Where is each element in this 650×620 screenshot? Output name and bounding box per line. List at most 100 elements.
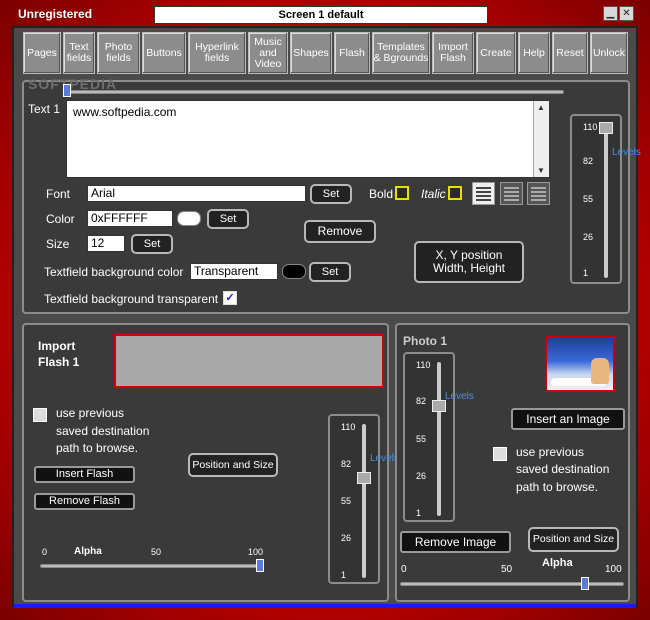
text-scrollbar[interactable]: ▲ ▼ xyxy=(533,101,549,177)
bg-color-set-button[interactable]: Set xyxy=(309,262,351,282)
bg-color-input[interactable]: Transparent xyxy=(190,263,278,280)
toolbar: Pages Text fields Photo fields Buttons H… xyxy=(20,32,632,76)
xy-label-line2: Width, Height xyxy=(432,261,506,275)
xy-position-button[interactable]: X, Y position Width, Height xyxy=(414,241,524,283)
tab-help[interactable]: Help xyxy=(518,32,550,74)
tab-photo-fields[interactable]: Photo fields xyxy=(97,32,140,74)
text-levels-label: Levels xyxy=(612,146,641,159)
italic-label: Italic xyxy=(421,187,446,201)
photo-thumbnail xyxy=(545,336,615,392)
flash-use-prev-line3: path to browse. xyxy=(56,441,139,455)
text-top-slider-thumb[interactable] xyxy=(63,84,71,97)
flash-preview-box xyxy=(114,334,384,388)
flash-level-tick: 1 xyxy=(341,570,347,580)
bold-checkbox[interactable] xyxy=(395,186,409,200)
tab-music-video[interactable]: Music and Video xyxy=(248,32,288,74)
minimize-icon[interactable]: ▁ xyxy=(603,6,618,21)
photo-level-tick: 110 xyxy=(416,360,431,370)
text-top-slider[interactable] xyxy=(66,90,564,94)
color-input[interactable]: 0xFFFFFF xyxy=(87,210,173,227)
flash-position-size-button[interactable]: Position and Size xyxy=(188,453,278,477)
tab-reset[interactable]: Reset xyxy=(552,32,588,74)
tab-pages[interactable]: Pages xyxy=(23,32,61,74)
font-label: Font xyxy=(46,187,71,201)
align-center-icon[interactable] xyxy=(500,182,523,205)
app-title: Unregistered xyxy=(18,7,93,21)
align-right-icon[interactable] xyxy=(527,182,550,205)
tab-templates[interactable]: Templates & Bgrounds xyxy=(372,32,430,74)
photo-use-prev-line1: use previous xyxy=(516,445,585,459)
color-swatch[interactable] xyxy=(177,211,201,226)
flash-alpha-thumb[interactable] xyxy=(256,559,264,572)
photo-alpha-tick-0: 0 xyxy=(401,564,407,575)
flash-use-prev-line2: saved destination xyxy=(56,424,150,438)
photo-position-size-button[interactable]: Position and Size xyxy=(528,527,619,552)
tab-shapes[interactable]: Shapes xyxy=(290,32,332,74)
align-left-icon[interactable] xyxy=(472,182,495,205)
flash-alpha-slider[interactable] xyxy=(40,564,264,568)
text-content-value: www.softpedia.com xyxy=(73,105,177,119)
remove-text-button[interactable]: Remove xyxy=(304,220,376,243)
flash-levels-thumb[interactable] xyxy=(357,472,371,484)
text-level-tick: 55 xyxy=(583,194,594,204)
flash-levels-label: Levels xyxy=(370,452,399,465)
photo-use-previous-checkbox[interactable] xyxy=(493,447,507,461)
photo-figure-shape xyxy=(591,358,609,384)
tab-create[interactable]: Create xyxy=(476,32,516,74)
remove-image-button[interactable]: Remove Image xyxy=(400,531,511,553)
flash-alpha-tick-0: 0 xyxy=(42,547,48,557)
size-input[interactable]: 12 xyxy=(87,235,125,252)
font-input[interactable]: Arial xyxy=(87,185,306,202)
insert-flash-button[interactable]: Insert Flash xyxy=(34,466,135,483)
photo-level-tick: 82 xyxy=(416,396,427,406)
color-set-button[interactable]: Set xyxy=(207,209,249,229)
photo-alpha-slider[interactable] xyxy=(400,582,624,586)
tab-unlock[interactable]: Unlock xyxy=(590,32,628,74)
text-level-tick: 1 xyxy=(583,268,589,278)
bg-transparent-checkbox[interactable]: ✓ xyxy=(223,291,237,305)
text-levels-thumb[interactable] xyxy=(599,122,613,134)
photo-levels-track[interactable] xyxy=(437,362,441,516)
flash-levels-slider: 110 82 55 26 1 Levels xyxy=(328,414,399,584)
font-set-button[interactable]: Set xyxy=(310,184,352,204)
screen-name-field[interactable]: Screen 1 default xyxy=(154,6,488,24)
text-levels-slider: 110 82 55 26 1 Levels xyxy=(570,114,641,284)
italic-checkbox[interactable] xyxy=(448,186,462,200)
size-label: Size xyxy=(46,237,70,251)
text-level-tick: 26 xyxy=(583,232,594,242)
photo-use-prev-line2: saved destination xyxy=(516,462,610,476)
bg-transparent-label: Textfield background transparent xyxy=(44,292,219,306)
flash-levels-track[interactable] xyxy=(362,424,366,578)
photo-alpha-label: Alpha xyxy=(542,557,573,569)
tab-hyperlink-fields[interactable]: Hyperlink fields xyxy=(188,32,246,74)
photo-alpha-thumb[interactable] xyxy=(581,577,589,590)
insert-image-button[interactable]: Insert an Image xyxy=(511,408,625,430)
photo-level-tick: 1 xyxy=(416,508,422,518)
scroll-up-icon[interactable]: ▲ xyxy=(537,103,545,112)
remove-flash-button[interactable]: Remove Flash xyxy=(34,493,135,510)
bottom-strip xyxy=(14,604,636,608)
photo-level-tick: 26 xyxy=(416,471,427,481)
scroll-down-icon[interactable]: ▼ xyxy=(537,166,545,175)
flash-level-tick: 110 xyxy=(341,422,356,432)
text-level-tick: 82 xyxy=(583,156,594,166)
photo-levels-slider: 110 82 55 26 1 Levels xyxy=(403,352,474,522)
size-set-button[interactable]: Set xyxy=(131,234,173,254)
photo-levels-thumb[interactable] xyxy=(432,400,446,412)
flash-level-tick: 26 xyxy=(341,533,352,543)
text-levels-track[interactable] xyxy=(604,124,608,278)
photo-alpha-tick-100: 100 xyxy=(605,564,622,575)
close-icon[interactable]: ✕ xyxy=(619,6,634,21)
tab-import-flash[interactable]: Import Flash xyxy=(432,32,474,74)
tab-text-fields[interactable]: Text fields xyxy=(63,32,95,74)
bg-color-label: Textfield background color xyxy=(44,265,184,279)
photo-title: Photo 1 xyxy=(403,334,447,348)
photo-levels-label: Levels xyxy=(445,390,474,403)
tab-flash[interactable]: Flash xyxy=(334,32,370,74)
text-content-input[interactable]: www.softpedia.com ▲ ▼ xyxy=(66,100,550,178)
bg-color-swatch[interactable] xyxy=(282,264,306,279)
tab-buttons[interactable]: Buttons xyxy=(142,32,186,74)
flash-level-tick: 55 xyxy=(341,496,352,506)
color-label: Color xyxy=(46,212,75,226)
flash-use-previous-checkbox[interactable] xyxy=(33,408,47,422)
